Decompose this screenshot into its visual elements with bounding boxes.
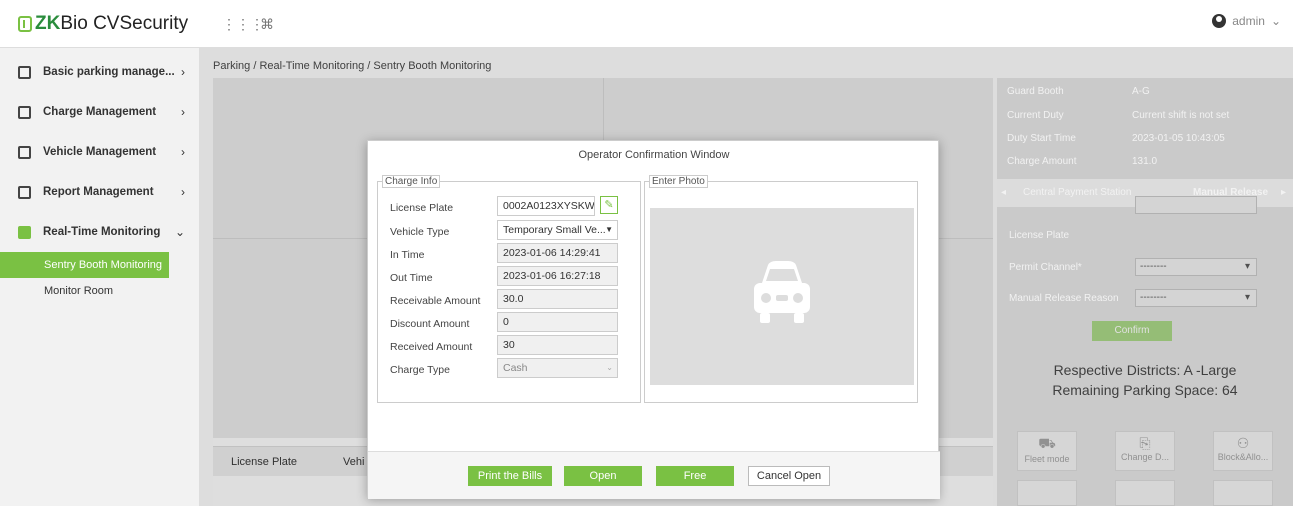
vehicle-photo — [650, 208, 914, 385]
discount-amount-label: Discount Amount — [390, 318, 470, 330]
chevron-down-icon: ⌄ — [174, 225, 185, 239]
sidebar-item-label: Vehicle Management — [43, 146, 157, 158]
charge-info-section: Charge Info License Plate 0002A0123XYSKW… — [377, 175, 641, 403]
chevron-right-icon: › — [181, 65, 185, 79]
operator-confirmation-dialog: Operator Confirmation Window Charge Info… — [367, 140, 940, 499]
report-icon — [18, 185, 31, 199]
sidebar-item-label: Real-Time Monitoring — [43, 226, 161, 238]
top-bar: ZK Bio CVSecurity ⋮⋮⋮ ⌘ admin ⌄ — [0, 0, 1293, 48]
charge-type-value: Cash — [503, 362, 528, 374]
app-logo[interactable]: ZK Bio CVSecurity — [18, 12, 188, 36]
open-button[interactable]: Open — [564, 466, 642, 486]
parking-icon — [18, 65, 31, 79]
sidebar-item-charge-management[interactable]: Charge Management › — [0, 92, 199, 132]
sidebar-item-label: Report Management — [43, 186, 154, 198]
username: admin — [1232, 14, 1265, 28]
receivable-amount-field: 30.0 — [497, 289, 618, 309]
logo-prefix: ZK — [35, 13, 61, 34]
sidebar-subitem-monitor-room[interactable]: Monitor Room — [0, 278, 199, 304]
chevron-down-icon: ⌄ — [606, 363, 613, 372]
charge-info-legend: Charge Info — [382, 175, 441, 188]
sidebar-item-real-time-monitoring[interactable]: Real-Time Monitoring ⌄ — [0, 212, 199, 252]
user-avatar-icon — [1212, 14, 1227, 28]
chevron-down-icon: ⌄ — [1270, 14, 1281, 28]
enter-photo-legend: Enter Photo — [649, 175, 708, 188]
license-plate-label: License Plate — [390, 202, 454, 214]
sidebar-item-basic-parking[interactable]: Basic parking manage... › — [0, 52, 199, 92]
sidebar-item-label: Basic parking manage... — [43, 66, 175, 78]
cancel-open-button[interactable]: Cancel Open — [748, 466, 830, 486]
chevron-down-icon: ▼ — [605, 225, 613, 234]
enter-photo-section: Enter Photo — [644, 175, 918, 403]
charge-type-label: Charge Type — [390, 364, 450, 376]
cmd-icon[interactable]: ⌘ — [260, 16, 274, 33]
car-placeholder-icon — [754, 261, 810, 323]
logo-mark-icon — [18, 16, 32, 32]
sidebar-item-report-management[interactable]: Report Management › — [0, 172, 199, 212]
car-icon — [18, 145, 31, 159]
sidebar-subitem-sentry-booth[interactable]: Sentry Booth Monitoring — [0, 252, 169, 278]
out-time-label: Out Time — [390, 272, 433, 284]
in-time-field: 2023-01-06 14:29:41 — [497, 243, 618, 263]
vehicle-type-label: Vehicle Type — [390, 226, 450, 238]
dialog-title: Operator Confirmation Window — [578, 149, 730, 161]
charge-type-select[interactable]: Cash ⌄ — [497, 358, 618, 378]
print-bills-button[interactable]: Print the Bills — [468, 466, 552, 486]
dialog-footer: Print the Bills Open Free Cancel Open — [368, 451, 940, 499]
received-amount-field[interactable]: 30 — [497, 335, 618, 355]
vehicle-type-select[interactable]: Temporary Small Ve... ▼ — [497, 220, 618, 240]
chevron-right-icon: › — [181, 145, 185, 159]
discount-amount-field: 0 — [497, 312, 618, 332]
edit-icon[interactable]: ✎ — [600, 196, 618, 214]
logo-text: Bio CVSecurity — [60, 13, 189, 34]
received-amount-label: Received Amount — [390, 341, 473, 353]
receivable-amount-label: Receivable Amount — [390, 295, 481, 307]
sidebar-item-label: Charge Management — [43, 106, 157, 118]
out-time-field: 2023-01-06 16:27:18 — [497, 266, 618, 286]
sidebar: Basic parking manage... › Charge Managem… — [0, 48, 200, 506]
grid-icon[interactable]: ⋮⋮⋮ — [222, 16, 264, 33]
vehicle-type-value: Temporary Small Ve... — [503, 224, 606, 236]
in-time-label: In Time — [390, 249, 425, 261]
monitor-icon — [18, 225, 31, 239]
user-menu[interactable]: admin ⌄ — [1212, 14, 1281, 28]
chevron-right-icon: › — [181, 185, 185, 199]
charge-icon — [18, 105, 31, 119]
sidebar-item-vehicle-management[interactable]: Vehicle Management › — [0, 132, 199, 172]
license-plate-field[interactable]: 0002A0123XYSKWF — [497, 196, 595, 216]
free-button[interactable]: Free — [656, 466, 734, 486]
chevron-right-icon: › — [181, 105, 185, 119]
